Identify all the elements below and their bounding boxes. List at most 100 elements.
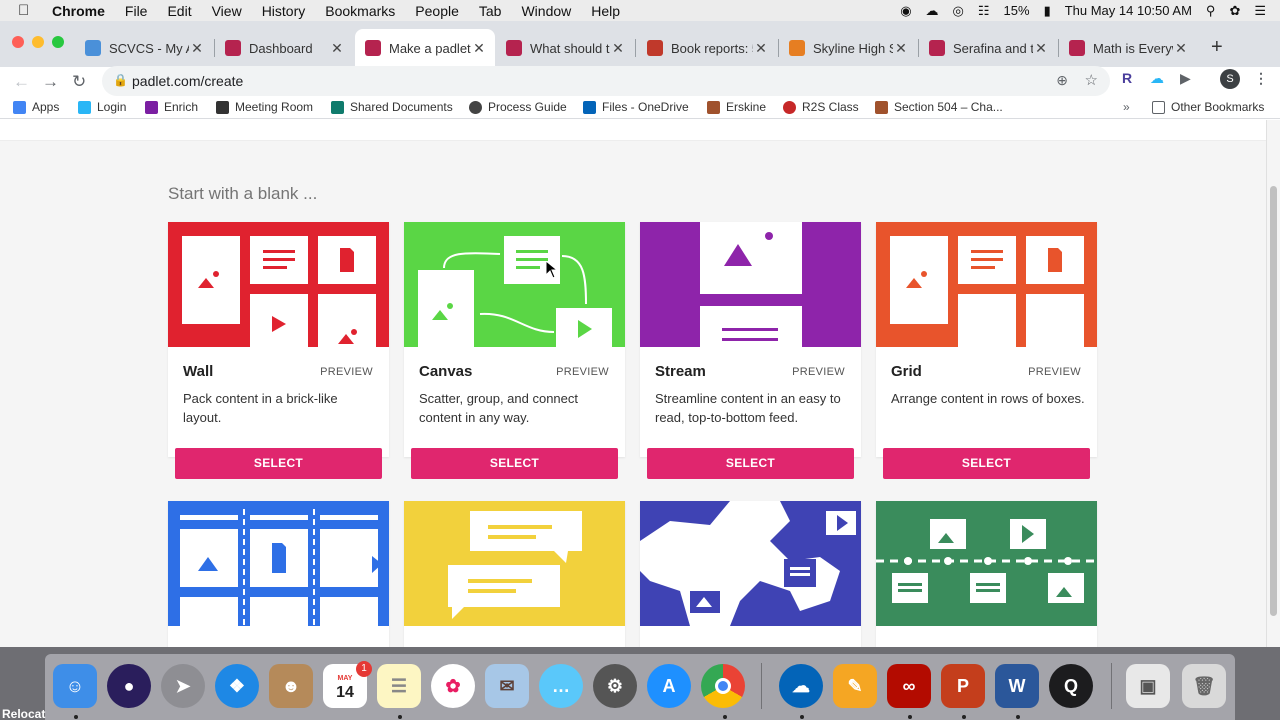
pages-icon[interactable]: ✎ [833,664,877,708]
wifi-icon[interactable]: ☷ [978,3,990,19]
new-tab-plus-icon[interactable]: + [1211,36,1223,59]
select-grid-button[interactable]: SELECT [883,448,1090,479]
maximize-window-button[interactable] [52,36,64,48]
other-bookmarks[interactable]: Other Bookmarks [1152,100,1264,114]
preview-link[interactable]: PREVIEW [320,366,373,378]
tab-what-should[interactable]: What should th ✕ [496,29,634,67]
tab-math-is-everywhere[interactable]: Math is Everyw ✕ [1059,29,1197,67]
bookmark-section-504[interactable]: Section 504 – Cha... [875,100,1003,114]
minimize-window-button[interactable] [32,36,44,48]
format-card-timeline[interactable] [876,501,1097,647]
extension-r-icon[interactable]: R [1122,70,1132,86]
launchpad-rocket-icon[interactable]: ➤ [161,664,205,708]
cloud-icon[interactable]: ☁ [926,3,939,19]
select-canvas-button[interactable]: SELECT [411,448,618,479]
page-scrollbar[interactable] [1266,120,1280,647]
format-card-canvas[interactable]: Canvas PREVIEW Scatter, group, and conne… [404,222,625,479]
select-stream-button[interactable]: SELECT [647,448,854,479]
siri-icon[interactable]: ● [107,664,151,708]
format-card-stream[interactable]: Stream PREVIEW Streamline content in an … [640,222,861,479]
tab-close-icon[interactable]: ✕ [189,40,205,57]
notes-icon[interactable]: ☰ [377,664,421,708]
battery-percent[interactable]: 15% [1004,3,1030,18]
close-window-button[interactable] [12,36,24,48]
spotlight-search-icon[interactable]: ⚲ [1206,3,1216,19]
select-wall-button[interactable]: SELECT [175,448,382,479]
word-icon[interactable]: W [995,664,1039,708]
bookmarks-overflow-chevron-icon[interactable]: » [1123,100,1130,114]
record-icon[interactable]: ◉ [900,3,911,19]
bookmark-meeting-room[interactable]: Meeting Room [216,100,313,114]
bookmark-login[interactable]: Login [78,100,126,114]
preview-link[interactable]: PREVIEW [556,366,609,378]
menu-help[interactable]: Help [591,3,620,19]
menu-chrome[interactable]: Chrome [52,3,105,19]
menu-view[interactable]: View [212,3,242,19]
menu-edit[interactable]: Edit [167,3,191,19]
scrollbar-thumb[interactable] [1270,186,1277,616]
bookmark-enrich[interactable]: Enrich [145,100,198,114]
powerpoint-icon[interactable]: P [941,664,985,708]
safari-compass-icon[interactable]: ❖ [215,664,259,708]
clock[interactable]: Thu May 14 10:50 AM [1065,3,1192,18]
extension-cloud-icon[interactable]: ☁ [1150,70,1164,87]
acrobat-pdf-icon[interactable]: ∞ [887,664,931,708]
tab-close-icon[interactable]: ✕ [610,40,626,57]
tab-skyline-high[interactable]: Skyline High Sc ✕ [779,29,917,67]
more-menu-icon[interactable]: ⋮ [1254,70,1268,87]
menu-window[interactable]: Window [521,3,571,19]
forward-arrow-icon[interactable]: → [42,72,59,92]
app-store-icon[interactable]: A [647,664,691,708]
menu-file[interactable]: File [125,3,148,19]
format-card-map[interactable] [640,501,861,647]
tab-dashboard[interactable]: Dashboard ✕ [215,29,353,67]
tab-close-icon[interactable]: ✕ [1033,40,1049,57]
messages-bubble-icon[interactable]: … [539,664,583,708]
tab-close-icon[interactable]: ✕ [471,40,487,57]
tab-close-icon[interactable]: ✕ [1173,40,1189,57]
tab-scvcs[interactable]: SCVCS - My Ap ✕ [75,29,213,67]
format-card-grid[interactable]: Grid PREVIEW Arrange content in rows of … [876,222,1097,479]
bookmark-star-icon[interactable]: ☆ [1085,71,1098,89]
preview-link[interactable]: PREVIEW [792,366,845,378]
tab-book-reports[interactable]: Book reports: 5 ✕ [637,29,777,67]
add-install-icon[interactable]: ⊕ [1056,72,1068,89]
bookmark-process-guide[interactable]: Process Guide [469,100,567,114]
onedrive-icon[interactable]: ☁ [779,664,823,708]
photos-flower-icon[interactable]: ✿ [431,664,475,708]
battery-icon[interactable]: ▮ [1044,3,1051,19]
bookmark-shared-documents[interactable]: Shared Documents [331,100,453,114]
format-card-wall[interactable]: Wall PREVIEW Pack content in a brick-lik… [168,222,389,479]
profile-avatar[interactable]: S [1220,69,1240,89]
trash-icon[interactable]: 🗑 [1182,664,1226,708]
contacts-icon[interactable]: ☻ [269,664,313,708]
menu-bookmarks[interactable]: Bookmarks [325,3,395,19]
back-arrow-icon[interactable]: ← [13,72,30,92]
bookmark-apps[interactable]: Apps [13,100,59,114]
finder-icon[interactable]: ☺ [53,664,97,708]
format-card-shelf[interactable] [168,501,389,647]
menu-history[interactable]: History [262,3,306,19]
relocated-items-label[interactable]: Relocat [2,707,45,721]
bookmark-erskine[interactable]: Erskine [707,100,766,114]
extension-cast-icon[interactable]: ▶ [1180,70,1191,87]
apple-icon[interactable]:  [18,2,32,19]
bookmark-r2s-class[interactable]: R2S Class [783,100,859,114]
system-preferences-gear-icon[interactable]: ⚙ [593,664,637,708]
tab-close-icon[interactable]: ✕ [753,40,769,57]
notification-center-icon[interactable]: ☰ [1254,3,1266,19]
preview-link[interactable]: PREVIEW [1028,366,1081,378]
format-card-backchannel[interactable] [404,501,625,647]
mail-stamp-icon[interactable]: ✉ [485,664,529,708]
quicktime-icon[interactable]: Q [1049,664,1093,708]
siri-icon[interactable]: ✿ [1229,3,1240,19]
tab-close-icon[interactable]: ✕ [893,40,909,57]
address-bar[interactable]: 🔒 padlet.com/create ⊕ ☆ [102,66,1110,96]
tab-close-icon[interactable]: ✕ [329,40,345,57]
chrome-icon[interactable] [701,664,745,708]
menu-people[interactable]: People [415,3,459,19]
bookmark-onedrive[interactable]: Files - OneDrive [583,100,689,114]
tab-serafina[interactable]: Serafina and th ✕ [919,29,1057,67]
tab-make-a-padlet[interactable]: Make a padlet ✕ [355,29,495,67]
reload-icon[interactable]: ↻ [72,72,86,92]
